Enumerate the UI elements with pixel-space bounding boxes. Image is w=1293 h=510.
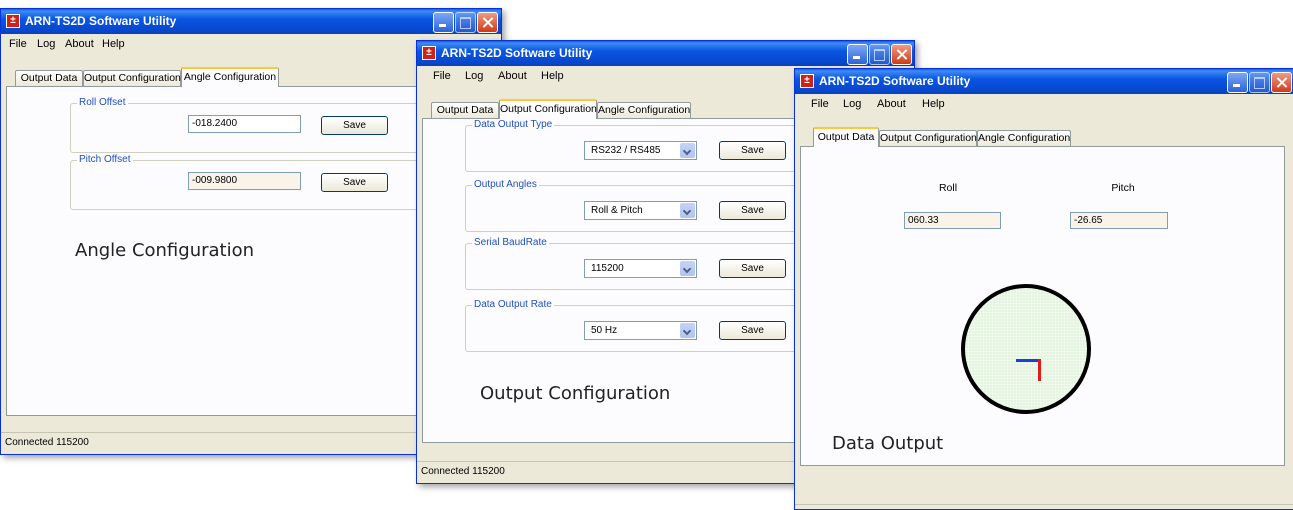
window-title: ARN-TS2D Software Utility bbox=[819, 74, 971, 88]
maximize-button[interactable] bbox=[1249, 72, 1270, 93]
output-config-group-label: Data Output Rate bbox=[472, 299, 554, 310]
menu-help[interactable]: Help bbox=[102, 38, 125, 50]
caption-angle-configuration: Angle Configuration bbox=[75, 240, 255, 261]
menu-help[interactable]: Help bbox=[541, 70, 564, 82]
menu-about[interactable]: About bbox=[498, 70, 527, 82]
minimize-button[interactable] bbox=[433, 12, 454, 33]
tab-angle-configuration[interactable]: Angle Configuration bbox=[181, 67, 279, 87]
tab-output-data[interactable]: Output Data bbox=[15, 70, 83, 86]
menu-file[interactable]: File bbox=[811, 98, 829, 110]
chevron-down-icon[interactable] bbox=[680, 203, 695, 218]
output-config-group-label: Output Angles bbox=[472, 179, 539, 190]
menu-log[interactable]: Log bbox=[465, 70, 483, 82]
menu-about[interactable]: About bbox=[877, 98, 906, 110]
data-output-type-value: RS232 / RS485 bbox=[591, 145, 661, 156]
menu-about[interactable]: About bbox=[65, 38, 94, 50]
close-button[interactable] bbox=[1271, 72, 1292, 93]
roll-value-field: 060.33 bbox=[904, 212, 1001, 229]
save-pitch-offset-button[interactable]: Save bbox=[321, 173, 388, 192]
title-bar[interactable]: ± ARN-TS2D Software Utility bbox=[417, 41, 914, 66]
app-icon: ± bbox=[6, 14, 20, 28]
tab-output-data[interactable]: Output Data bbox=[813, 127, 879, 147]
tab-output-configuration[interactable]: Output Configuration bbox=[879, 130, 977, 146]
caption-output-configuration: Output Configuration bbox=[480, 383, 671, 404]
menu-help[interactable]: Help bbox=[922, 98, 945, 110]
roll-offset-input[interactable]: -018.2400 bbox=[188, 115, 301, 133]
status-bar: Connected 115200 bbox=[795, 504, 1293, 509]
chevron-down-icon[interactable] bbox=[680, 323, 695, 338]
tab-output-configuration[interactable]: Output Configuration bbox=[499, 99, 597, 119]
save-serial-baudrate-button[interactable]: Save bbox=[719, 259, 786, 278]
save-output-angles-button[interactable]: Save bbox=[719, 201, 786, 220]
tab-angle-configuration[interactable]: Angle Configuration bbox=[977, 130, 1071, 146]
menu-file[interactable]: File bbox=[9, 38, 27, 50]
window-title: ARN-TS2D Software Utility bbox=[25, 14, 177, 28]
tab-output-configuration[interactable]: Output Configuration bbox=[83, 70, 181, 86]
menu-bar: File Log About Help bbox=[795, 94, 1293, 114]
chevron-down-icon[interactable] bbox=[680, 143, 695, 158]
roll-label: Roll bbox=[938, 182, 958, 194]
serial-baudrate-value: 115200 bbox=[591, 263, 624, 274]
data-output-rate-select[interactable]: 50 Hz bbox=[584, 321, 697, 340]
close-button[interactable] bbox=[891, 44, 912, 65]
app-icon: ± bbox=[422, 46, 436, 60]
attitude-indicator bbox=[961, 284, 1091, 414]
output-angles-select[interactable]: Roll & Pitch bbox=[584, 201, 697, 220]
tab-output-data[interactable]: Output Data bbox=[431, 102, 499, 118]
minimize-button[interactable] bbox=[847, 44, 868, 65]
serial-baudrate-select[interactable]: 115200 bbox=[584, 259, 697, 278]
data-output-type-select[interactable]: RS232 / RS485 bbox=[584, 141, 697, 160]
maximize-button[interactable] bbox=[455, 12, 476, 33]
save-data-output-rate-button[interactable]: Save bbox=[719, 321, 786, 340]
save-roll-offset-button[interactable]: Save bbox=[321, 116, 388, 135]
tab-angle-configuration[interactable]: Angle Configuration bbox=[597, 102, 691, 118]
caption-data-output: Data Output bbox=[832, 433, 944, 454]
app-icon: ± bbox=[800, 74, 814, 88]
pitch-value-field: -26.65 bbox=[1070, 212, 1168, 229]
save-data-output-type-button[interactable]: Save bbox=[719, 141, 786, 160]
title-bar[interactable]: ± ARN-TS2D Software Utility bbox=[1, 9, 501, 34]
menu-file[interactable]: File bbox=[433, 70, 451, 82]
pitch-offset-label: Pitch Offset bbox=[77, 154, 133, 165]
output-angles-value: Roll & Pitch bbox=[591, 205, 643, 216]
close-button[interactable] bbox=[477, 12, 498, 33]
chevron-down-icon[interactable] bbox=[680, 261, 695, 276]
menu-log[interactable]: Log bbox=[37, 38, 55, 50]
roll-offset-label: Roll Offset bbox=[77, 97, 128, 108]
maximize-button[interactable] bbox=[869, 44, 890, 65]
pitch-indicator-line bbox=[1038, 359, 1041, 381]
output-config-group-label: Serial BaudRate bbox=[472, 237, 549, 248]
pitch-offset-input[interactable]: -009.9800 bbox=[188, 172, 301, 190]
window-title: ARN-TS2D Software Utility bbox=[441, 46, 593, 60]
output-config-group-label: Data Output Type bbox=[472, 119, 555, 130]
minimize-button[interactable] bbox=[1227, 72, 1248, 93]
pitch-label: Pitch bbox=[1111, 182, 1135, 194]
title-bar[interactable]: ± ARN-TS2D Software Utility bbox=[795, 69, 1293, 94]
data-output-rate-value: 50 Hz bbox=[591, 325, 618, 336]
menu-log[interactable]: Log bbox=[843, 98, 861, 110]
